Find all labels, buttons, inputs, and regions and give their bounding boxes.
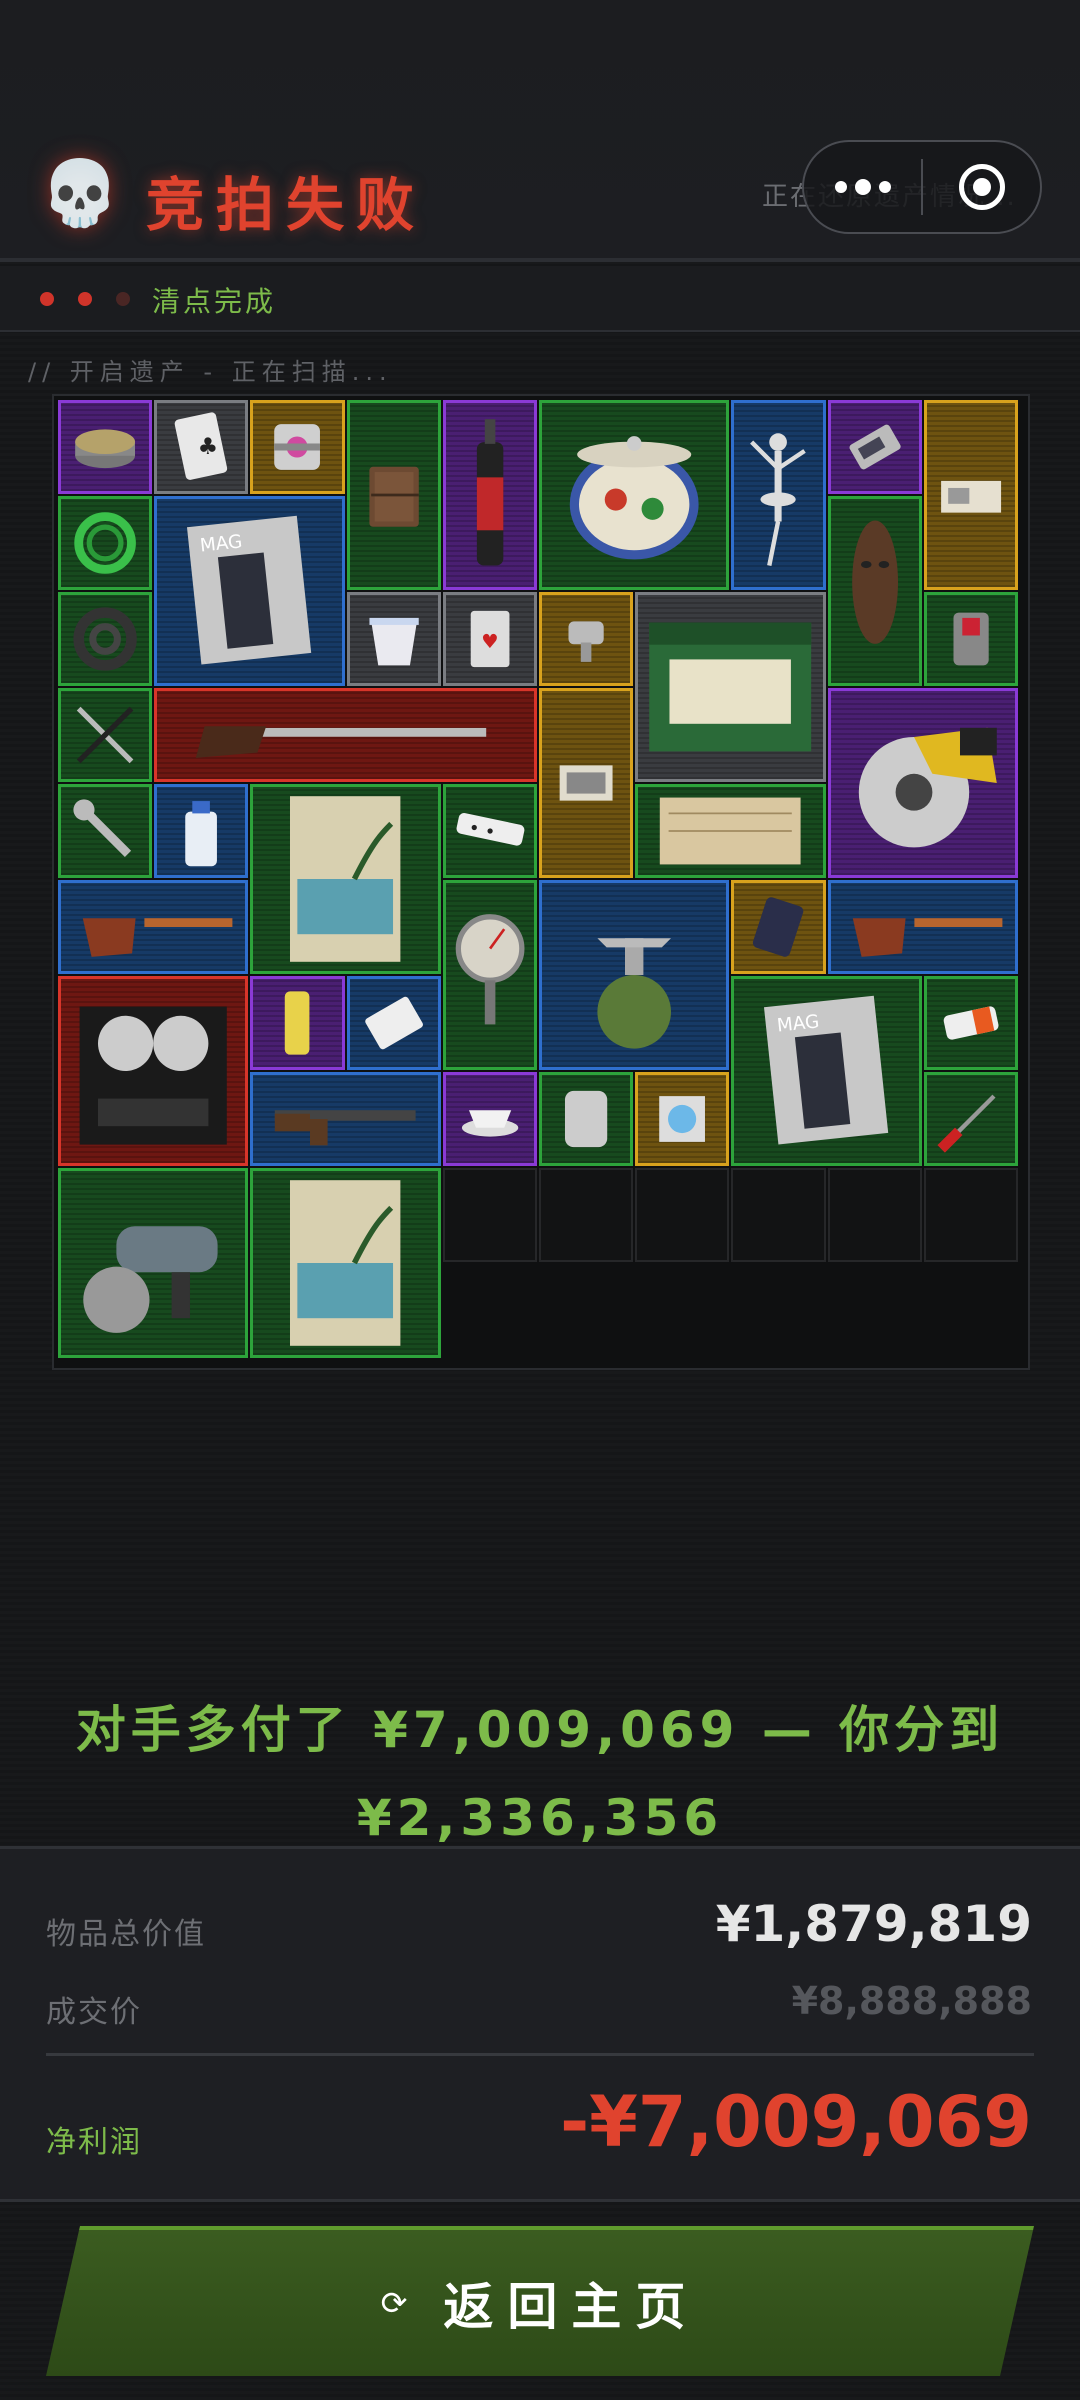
page-title: 竞拍失败 (146, 171, 427, 239)
header: 💀 竞拍失败 正在还原遗产情况... (0, 0, 1080, 262)
usb-drive-icon[interactable] (827, 400, 922, 494)
inventory-grid: ♣ MAG ♥ MAG (52, 394, 1030, 1370)
mini-program-capsule (802, 140, 1042, 234)
ballerina-statue-icon[interactable] (731, 400, 826, 590)
more-dot-icon (878, 181, 891, 193)
svg-text:♣: ♣ (198, 434, 219, 460)
scan-status-text: // 开启遗产 - 正在扫描... (28, 358, 393, 386)
net-profit-value: -¥7,009,069 (560, 2081, 1032, 2163)
return-home-label: 返回主页 (443, 2278, 700, 2336)
spray-torch-icon[interactable] (442, 400, 537, 590)
more-menu-button[interactable] (804, 179, 921, 195)
reel-recorder-icon[interactable] (58, 976, 249, 1166)
progress-status: 清点完成 (152, 285, 277, 318)
more-dot-icon (834, 181, 847, 193)
magazine-icon[interactable]: MAG (731, 976, 922, 1166)
pressure-gauge-icon[interactable] (442, 880, 537, 1070)
disc-case-icon[interactable] (635, 1072, 730, 1166)
canned-food-icon[interactable] (58, 400, 153, 494)
svg-text:MAG: MAG (199, 531, 243, 556)
iv-bag-icon[interactable] (539, 1072, 634, 1166)
playing-card-icon[interactable]: ♣ (154, 400, 249, 494)
musket-icon[interactable] (154, 688, 537, 782)
card-icon[interactable]: ♥ (442, 592, 537, 686)
circular-saw-icon[interactable] (827, 688, 1018, 878)
hose-coil-icon[interactable] (58, 592, 153, 686)
progress-dot (116, 292, 130, 306)
return-home-button[interactable]: ⟳ 返回主页 (46, 2226, 1034, 2376)
energy-can-icon[interactable] (250, 976, 345, 1070)
teacup-icon[interactable] (442, 1072, 537, 1166)
empty-slot (635, 1168, 730, 1262)
summary-divider (46, 2053, 1034, 2056)
skull-icon: 💀 (40, 157, 120, 231)
deal-price: ¥8,888,888 (791, 1979, 1032, 2023)
result-message: 对手多付了 ¥7,009,069 — 你分到 ¥2,336,356 (0, 1686, 1080, 1862)
cube-gadget-icon[interactable] (250, 400, 345, 494)
screwdriver-icon[interactable] (923, 1072, 1018, 1166)
result-message-line1: 对手多付了 ¥7,009,069 — 你分到 (75, 1701, 1005, 1759)
pliers-icon[interactable] (58, 688, 153, 782)
target-icon (958, 164, 1005, 210)
wrench-icon[interactable] (58, 784, 153, 878)
total-value: ¥1,879,819 (715, 1895, 1032, 1953)
rifle-icon[interactable] (250, 1072, 441, 1166)
svg-text:♥: ♥ (481, 630, 498, 653)
water-bottle-icon[interactable] (154, 784, 249, 878)
progress-dot (40, 292, 54, 306)
empty-slot (923, 1168, 1018, 1262)
angle-grinder-icon[interactable] (58, 1168, 249, 1358)
ticket-icon[interactable] (923, 400, 1018, 590)
old-document-icon[interactable] (635, 784, 826, 878)
progress-bar: 清点完成 (0, 266, 1080, 332)
refresh-icon: ⟳ (380, 2284, 408, 2322)
empty-slot (539, 1168, 634, 1262)
empty-slot (827, 1168, 922, 1262)
beach-poster-icon[interactable] (250, 1168, 441, 1358)
pill-pack-icon[interactable] (346, 976, 441, 1070)
close-miniprogram-button[interactable] (923, 164, 1040, 210)
photo-icon[interactable] (539, 688, 634, 878)
power-strip-icon[interactable] (442, 784, 537, 878)
candle-box-icon[interactable] (635, 592, 826, 782)
total-value-label: 物品总价值 (46, 1917, 206, 1952)
battery-icon[interactable] (923, 976, 1018, 1070)
smartphone-icon[interactable] (731, 880, 826, 974)
yogurt-cup-icon[interactable] (346, 592, 441, 686)
tribal-mask-icon[interactable] (827, 496, 922, 686)
smoking-pipe-icon[interactable] (827, 880, 1018, 974)
beach-poster-icon[interactable] (250, 784, 441, 974)
svg-text:MAG: MAG (776, 1011, 820, 1036)
porcelain-pot-icon[interactable] (539, 400, 730, 590)
deal-price-label: 成交价 (46, 1995, 142, 2030)
more-dot-icon (854, 179, 871, 195)
empty-slot (731, 1168, 826, 1262)
net-profit-label: 净利润 (46, 2125, 142, 2160)
camping-stove-icon[interactable] (539, 880, 730, 1070)
green-cable-icon[interactable] (58, 496, 153, 590)
empty-slot (442, 1168, 537, 1262)
magazine-icon[interactable]: MAG (154, 496, 345, 686)
summary-panel: 物品总价值 ¥1,879,819 成交价 ¥8,888,888 净利润 -¥7,… (0, 1846, 1080, 2202)
faucet-icon[interactable] (539, 592, 634, 686)
progress-dot (78, 292, 92, 306)
lighter-icon[interactable] (923, 592, 1018, 686)
leather-journal-icon[interactable] (346, 400, 441, 590)
smoking-pipe-icon[interactable] (58, 880, 249, 974)
